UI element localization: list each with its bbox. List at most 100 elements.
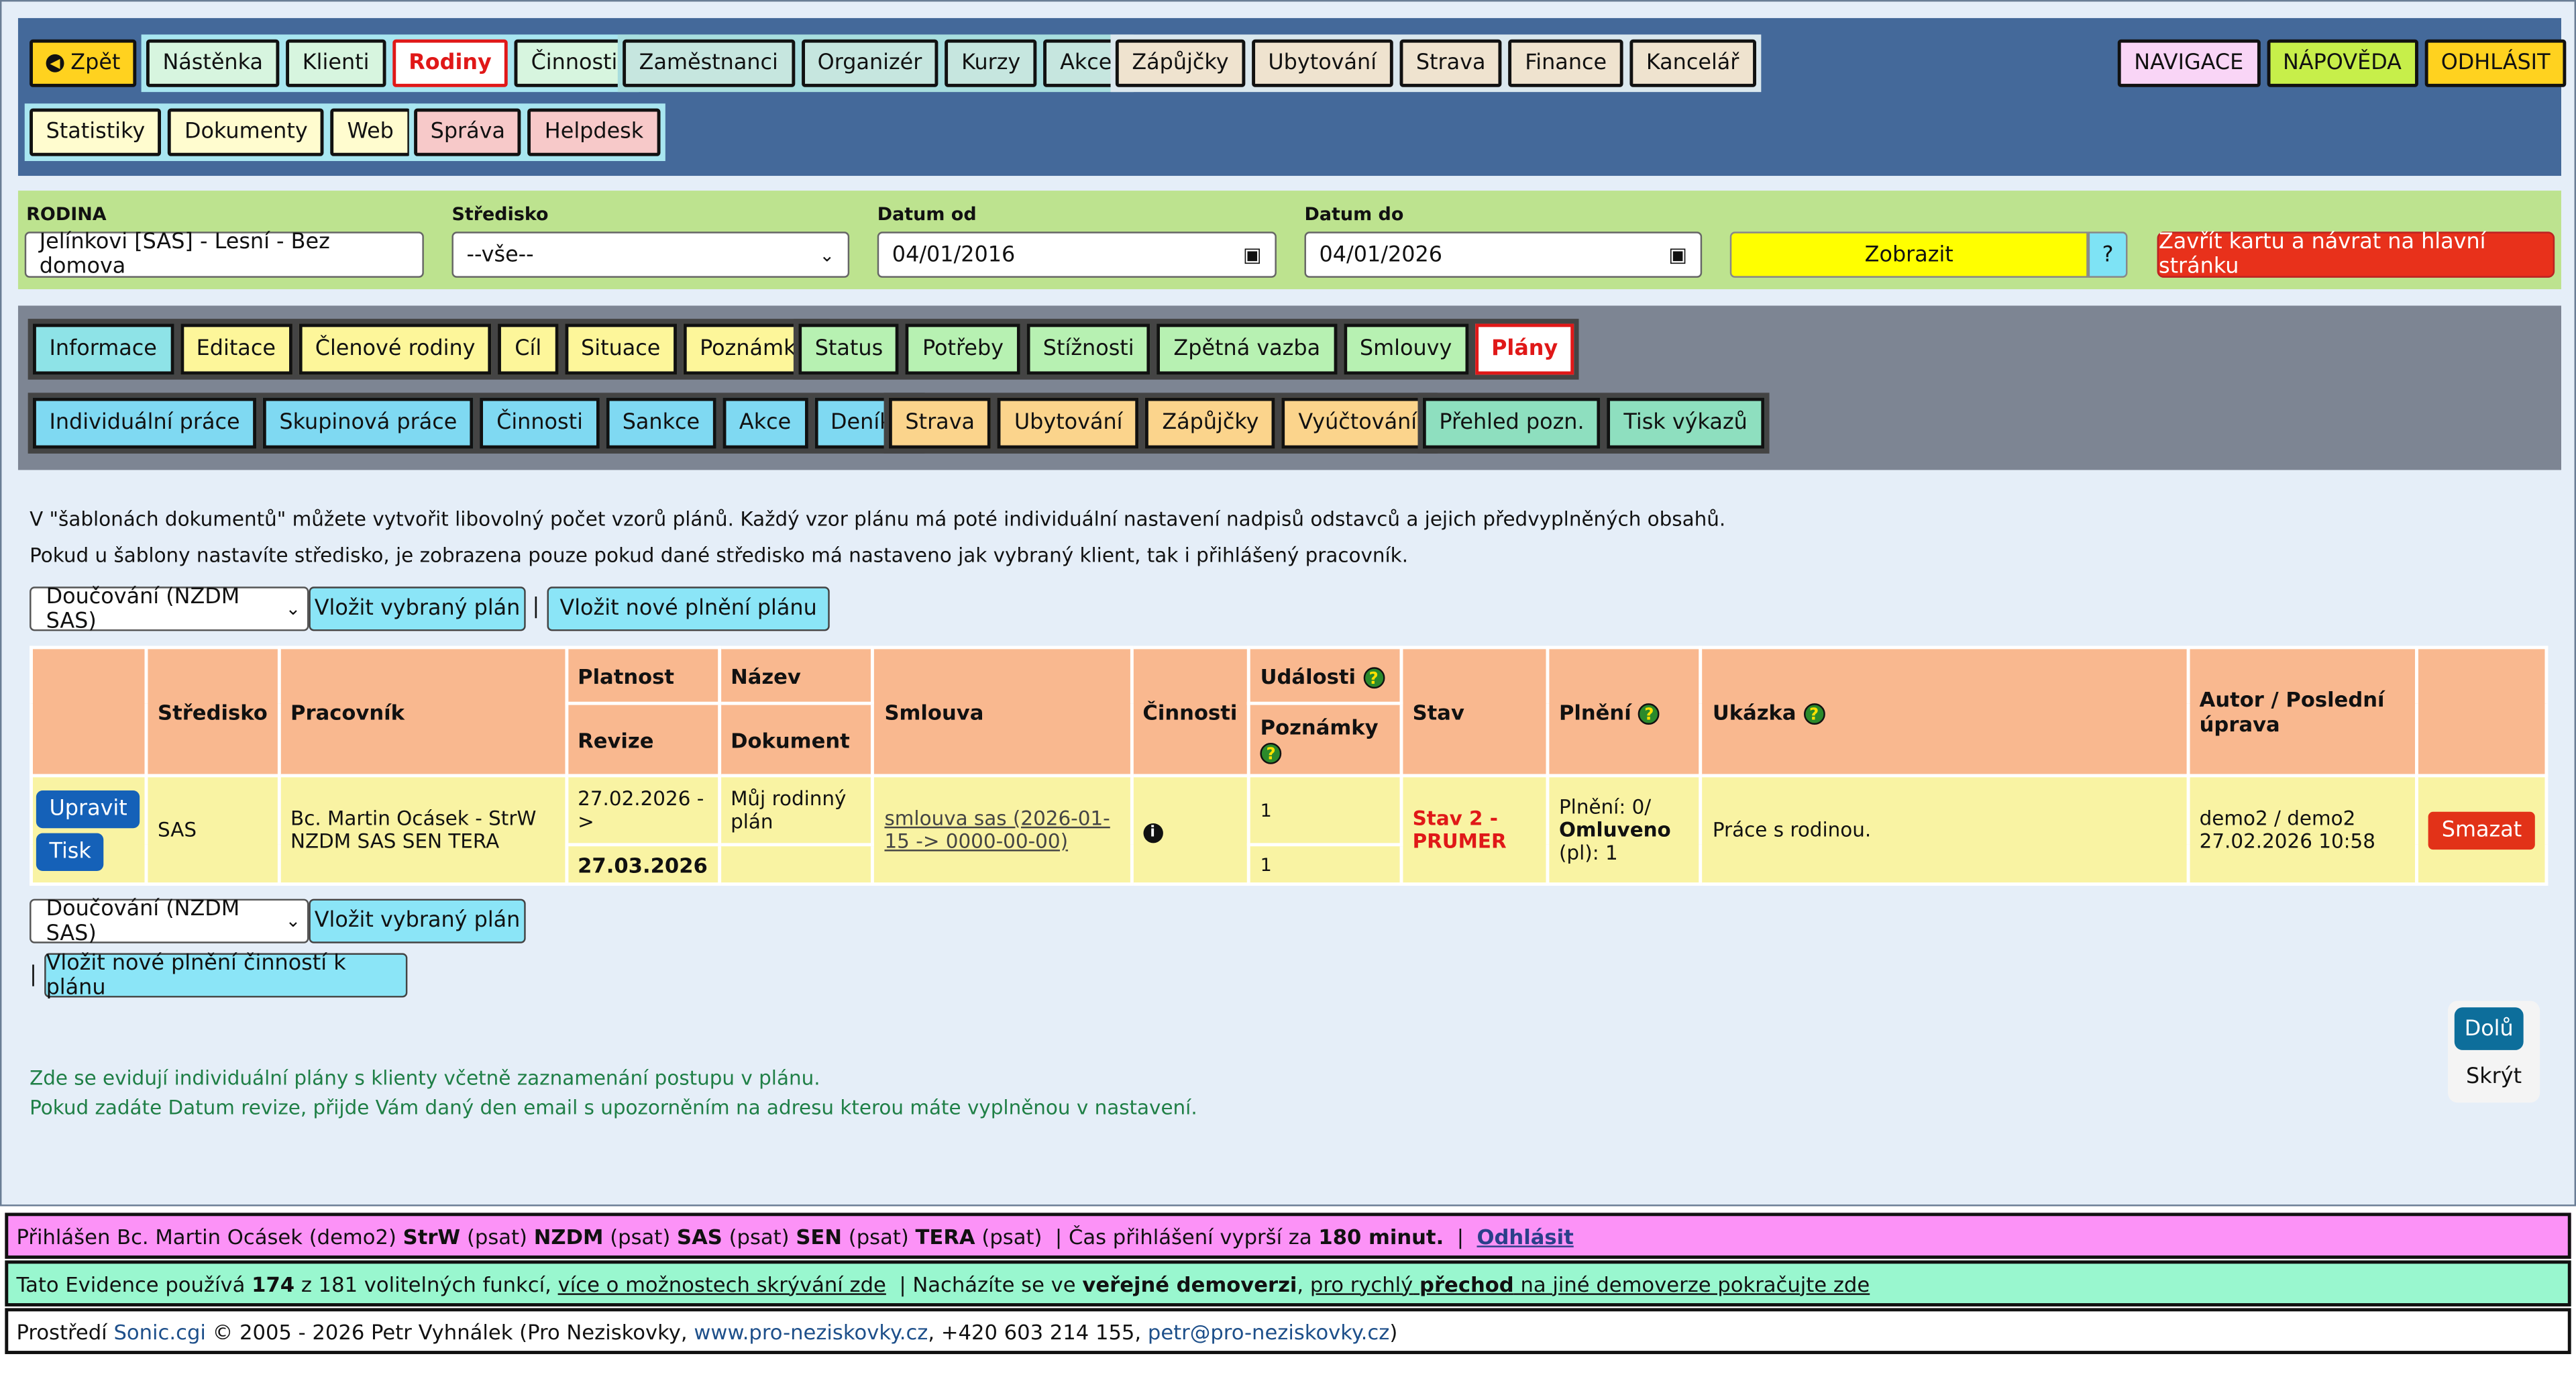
tab-status[interactable]: Status [798,323,900,375]
edit-button[interactable]: Upravit [36,789,141,828]
stredisko-select[interactable]: --vše-- ⌄ [451,232,850,278]
nav-cinnosti[interactable]: Činnosti [515,39,634,87]
help-button[interactable]: ? [2088,232,2128,278]
zobrazit-button[interactable]: Zobrazit [1729,232,2088,278]
nav-organizer[interactable]: Organizér [801,39,938,87]
nav-kurzy[interactable]: Kurzy [945,39,1037,87]
tab-akce[interactable]: Akce [722,397,808,449]
tab-prehled-pozn[interactable]: Přehled pozn. [1422,397,1601,449]
page-frame: ◀ Zpět Nástěnka Klienti Rodiny Činnosti Z… [0,0,2576,1206]
top-navigation: ◀ Zpět Nástěnka Klienti Rodiny Činnosti Z… [17,17,2567,176]
tab-clenove-rodiny[interactable]: Členové rodiny [299,323,492,375]
nav-dokumenty[interactable]: Dokumenty [168,108,325,156]
nav-group-5: Správa Helpdesk [409,103,665,162]
other-demos-link[interactable]: pro rychlý přechod na jiné demoverze pok… [1310,1271,1870,1296]
back-button[interactable]: ◀ Zpět [30,39,137,87]
help-icon[interactable]: ? [1260,742,1282,764]
tab-stiznosti[interactable]: Stížnosti [1026,323,1151,375]
col-cinnosti: Činnosti [1129,646,1250,778]
insert-plan-button-bottom[interactable]: Vložit vybraný plán [309,898,526,943]
tab-skupinova-prace[interactable]: Skupinová práce [262,397,474,449]
insert-new-fulfillment-button[interactable]: Vložit nové plnění plánu [547,586,830,631]
tab-zapujcky[interactable]: Zápůjčky [1145,397,1276,449]
nav-strava[interactable]: Strava [1399,39,1502,87]
website-link[interactable]: www.pro-neziskovky.cz [694,1319,928,1343]
tab-situace[interactable]: Situace [564,323,677,375]
nav-zapujcky[interactable]: Zápůjčky [1115,39,1246,87]
stredisko-label: Středisko [451,203,549,225]
hide-features-link[interactable]: více o možnostech skrývání zde [558,1271,886,1296]
sonic-link[interactable]: Sonic.cgi [113,1319,205,1343]
nav-statistiky[interactable]: Statistiky [30,108,162,156]
cell-stredisko: SAS [144,774,281,886]
cell-udalosti: 1 [1247,774,1403,847]
navigace-button[interactable]: NAVIGACE [2117,39,2260,87]
tab-individualni-prace[interactable]: Individuální práce [32,397,257,449]
tab-cinnosti[interactable]: Činnosti [480,397,600,449]
odhlasit-button[interactable]: ODHLÁSIT [2424,39,2567,87]
help-icon[interactable]: ? [1803,702,1825,724]
cell-pracovnik: Bc. Martin Ocásek - StrW NZDM SAS SEN TE… [277,774,568,886]
col-stav: Stav [1399,646,1550,778]
plan-template-select[interactable]: Doučování (NZDM SAS) ⌄ [30,584,309,633]
cell-dokument [717,843,875,886]
cell-plneni: Plnění: 0/Omluveno (pl): 1 [1546,774,1703,886]
cell-platnost: 27.02.2026 -> [564,774,721,847]
nav-rodiny[interactable]: Rodiny [392,39,508,87]
tab-strava[interactable]: Strava [888,397,991,449]
scroll-down-button[interactable]: Dolů [2454,1007,2524,1050]
chevron-down-icon: ⌄ [285,598,301,620]
chevron-down-icon: ⌄ [819,244,835,266]
nav-group-2: Zaměstnanci Organizér Kurzy Akce [617,34,1134,93]
tab-tisk-vykazu[interactable]: Tisk výkazů [1607,397,1764,449]
table-row: Upravit Tisk SAS Bc. Martin Ocásek - Str… [30,774,2548,886]
col-smlouva: Smlouva [871,646,1133,778]
table-header-row-1: Středisko Pracovník Platnost Název Smlou… [30,646,2548,778]
tab-smlouvy[interactable]: Smlouvy [1343,323,1468,375]
tab-informace[interactable]: Informace [32,323,174,375]
napoveda-button[interactable]: NÁPOVĚDA [2266,39,2418,87]
insert-activity-fulfillment-button[interactable]: Vložit nové plnění činností k plánu [44,951,408,1000]
print-button[interactable]: Tisk [36,832,105,870]
tab-ubytovani[interactable]: Ubytování [998,397,1140,449]
cell-smlouva: smlouva sas (2026-01-15 -> 0000-00-00) [871,774,1133,886]
nav-finance[interactable]: Finance [1508,39,1623,87]
nav-zamestnanci[interactable]: Zaměstnanci [623,39,795,87]
logout-link[interactable]: Odhlásit [1477,1223,1573,1248]
separator: | [30,963,37,988]
tab-sankce[interactable]: Sankce [606,397,716,449]
email-link[interactable]: petr@pro-neziskovky.cz [1148,1319,1389,1343]
tab-cil[interactable]: Cíl [498,323,558,375]
col-udalosti: Události ? [1247,646,1403,705]
nav-klienti[interactable]: Klienti [286,39,386,87]
nav-sprava[interactable]: Správa [414,108,522,156]
info-icon[interactable]: i [1142,822,1163,843]
login-status-bar: Přihlášen Bc. Martin Ocásek (demo2) StrW… [5,1213,2571,1259]
nav-helpdesk[interactable]: Helpdesk [528,108,660,156]
arrow-left-icon: ◀ [46,54,64,72]
delete-button[interactable]: Smazat [2428,811,2535,849]
filter-bar: RODINA Jelínkovi [SAS] - Lesní - Bez dom… [17,191,2561,290]
nav-ubytovani[interactable]: Ubytování [1251,39,1393,87]
tab-potreby[interactable]: Potřeby [906,323,1020,375]
tab-zpetna-vazba[interactable]: Zpětná vazba [1157,323,1337,375]
datum-do-input[interactable]: 04/01/2026 ▣ [1304,232,1703,278]
back-group: ◀ Zpět [25,34,142,92]
nav-web[interactable]: Web [330,108,411,156]
close-card-button[interactable]: Zavřít kartu a návrat na hlavní stránku [2157,230,2555,279]
datum-od-input[interactable]: 04/01/2016 ▣ [877,232,1277,278]
tab-plany[interactable]: Plány [1474,323,1574,375]
rodina-field[interactable]: Jelínkovi [SAS] - Lesní - Bez domova [24,230,424,279]
hide-button[interactable]: Skrýt [2455,1057,2534,1096]
tab-vyuctovani[interactable]: Vyúčtování [1281,397,1434,449]
nav-kancelar[interactable]: Kancelář [1629,39,1756,87]
nav-nastenka[interactable]: Nástěnka [146,39,280,87]
contract-link[interactable]: smlouva sas (2026-01-15 -> 0000-00-00) [884,807,1110,853]
help-icon[interactable]: ? [1638,702,1660,724]
col-revize: Revize [564,701,721,778]
help-icon[interactable]: ? [1362,666,1385,688]
insert-plan-button[interactable]: Vložit vybraný plán [309,586,526,631]
tab-editace[interactable]: Editace [180,323,292,375]
plan-template-select-bottom[interactable]: Doučování (NZDM SAS) ⌄ [30,896,309,945]
plans-table: Středisko Pracovník Platnost Název Smlou… [30,646,2548,886]
